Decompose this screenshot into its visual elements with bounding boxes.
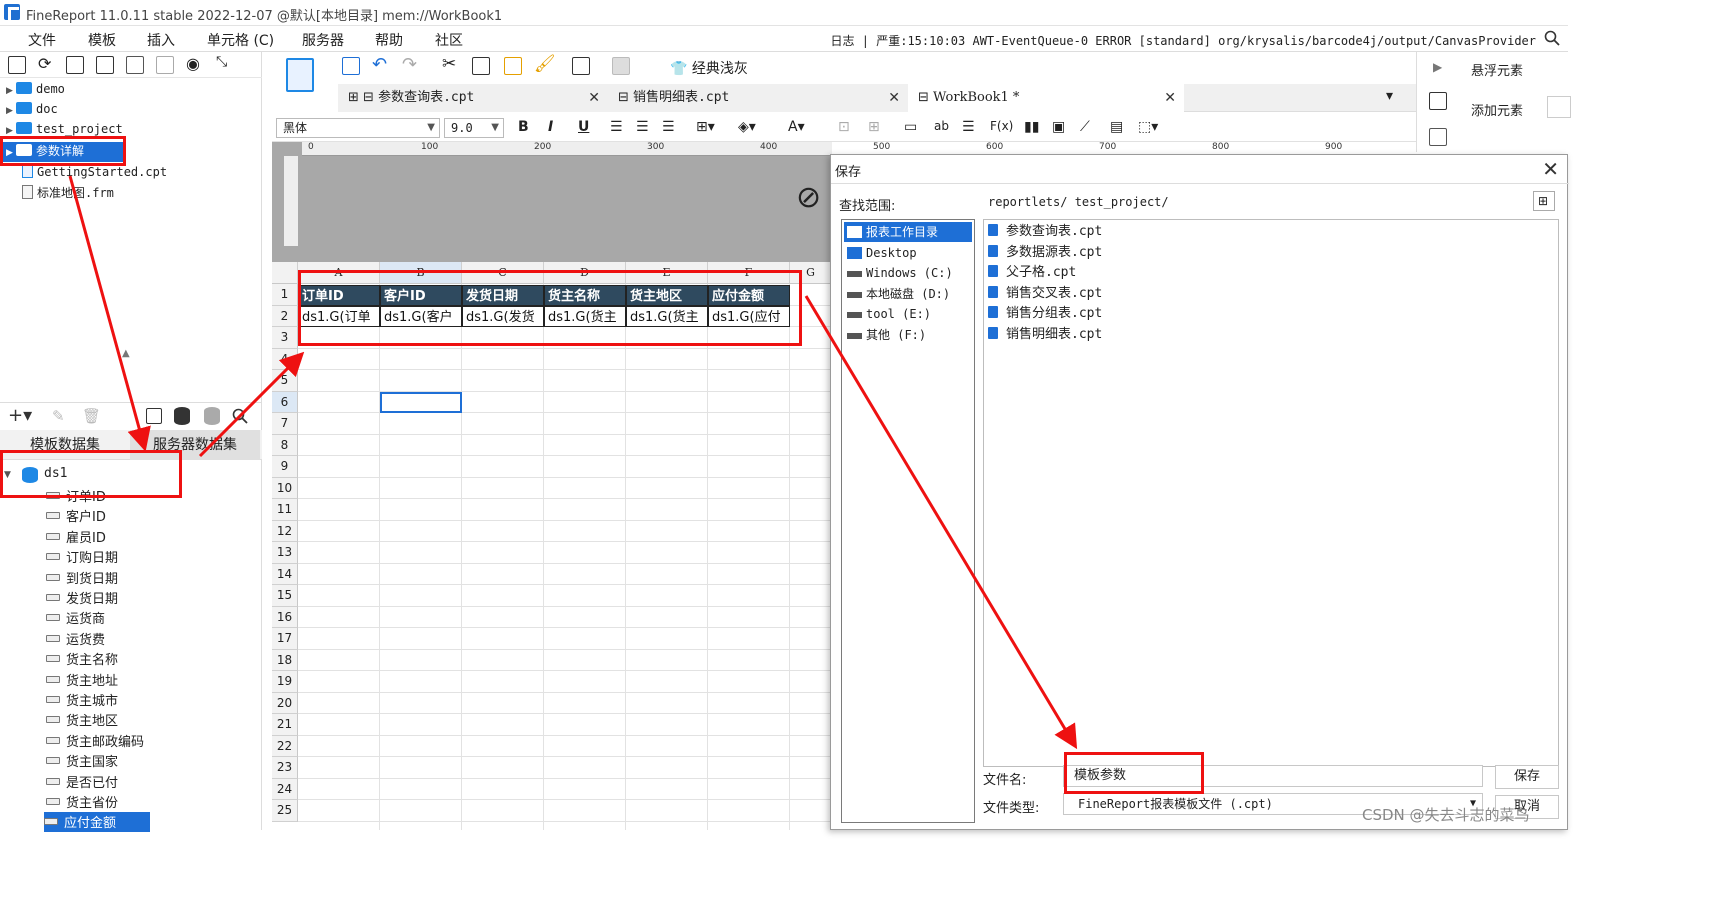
annotation-arrows (68, 175, 1078, 750)
watermark-text: CSDN @失去斗志的菜鸟 (1362, 806, 1530, 824)
